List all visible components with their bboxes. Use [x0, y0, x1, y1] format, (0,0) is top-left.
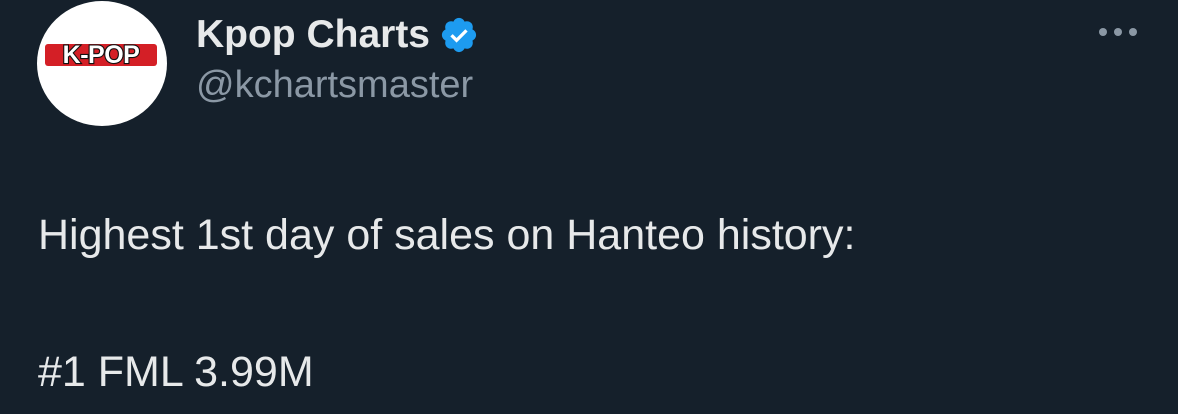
tweet-text-line-1: Highest 1st day of sales on Hanteo histo… — [38, 211, 856, 259]
author-handle[interactable]: @kchartsmaster — [196, 64, 473, 107]
verified-badge-icon[interactable] — [439, 15, 479, 55]
author-display-name[interactable]: Kpop Charts — [196, 13, 430, 57]
tweet-card[interactable]: K-POP Kpop Charts @kchartsmaster Highest… — [0, 0, 1178, 414]
kpop-logo: K-POP — [45, 40, 157, 70]
tweet-text-line-2: #1 FML 3.99M — [38, 348, 314, 396]
author-avatar[interactable]: K-POP — [37, 1, 167, 126]
more-options-icon[interactable] — [1096, 22, 1140, 42]
avatar-logo-text: K-POP — [63, 41, 140, 69]
author-name-row: Kpop Charts — [196, 10, 479, 60]
